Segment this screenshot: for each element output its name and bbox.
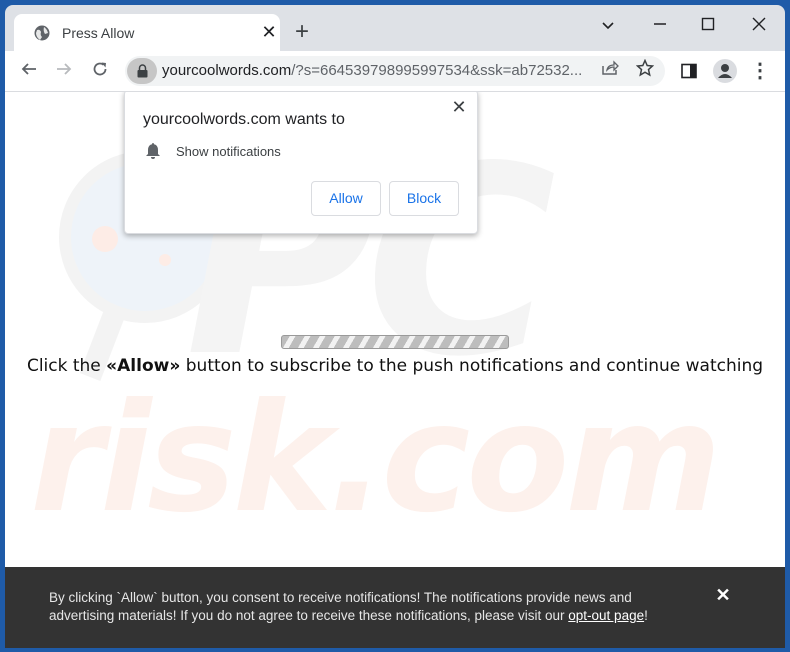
message-allow-emphasis: «Allow» bbox=[106, 356, 181, 376]
allow-button[interactable]: Allow bbox=[311, 181, 381, 216]
popup-title: yourcoolwords.com wants to bbox=[143, 111, 345, 128]
profile-button[interactable] bbox=[713, 59, 737, 83]
bookmark-button[interactable] bbox=[633, 58, 657, 83]
notification-permission-popup: yourcoolwords.com wants to ✕ Show notifi… bbox=[124, 92, 478, 234]
tab-title: Press Allow bbox=[62, 25, 135, 41]
tab-strip: Press Allow ✕ + bbox=[5, 5, 785, 51]
minimize-button[interactable] bbox=[645, 13, 675, 41]
opt-out-link[interactable]: opt-out page bbox=[568, 608, 644, 623]
arrow-right-icon bbox=[57, 63, 72, 75]
consent-banner: By clicking `Allow` button, you consent … bbox=[5, 567, 785, 648]
globe-icon bbox=[34, 25, 50, 41]
forward-button[interactable] bbox=[50, 57, 78, 85]
block-button[interactable]: Block bbox=[389, 181, 459, 216]
url-domain: yourcoolwords.com bbox=[162, 62, 292, 79]
site-info-button[interactable] bbox=[127, 58, 157, 84]
maximize-icon bbox=[701, 17, 715, 31]
popup-close-icon[interactable]: ✕ bbox=[449, 97, 469, 117]
minimize-icon bbox=[654, 23, 666, 25]
reload-button[interactable] bbox=[86, 57, 114, 85]
message-text-end: button to subscribe to the push notifica… bbox=[180, 356, 764, 376]
maximize-button[interactable] bbox=[693, 13, 723, 41]
browser-window: Press Allow ✕ + yourcoolwords.com/?s=664… bbox=[5, 5, 785, 648]
side-panel-icon bbox=[681, 63, 697, 79]
arrow-left-icon bbox=[21, 63, 36, 75]
url-text[interactable]: yourcoolwords.com/?s=664539798995997534&… bbox=[162, 62, 582, 79]
toolbar: yourcoolwords.com/?s=664539798995997534&… bbox=[5, 51, 785, 92]
banner-close-icon[interactable]: ✕ bbox=[711, 583, 735, 607]
bell-icon bbox=[146, 143, 160, 159]
close-icon bbox=[752, 17, 766, 31]
page-content: PC risk.com yourcoolwords.com wants to ✕… bbox=[5, 92, 785, 648]
banner-text-end: ! bbox=[644, 608, 648, 623]
banner-text: By clicking `Allow` button, you consent … bbox=[49, 589, 699, 625]
watermark-risk: risk.com bbox=[30, 372, 722, 546]
tab-press-allow[interactable]: Press Allow ✕ bbox=[14, 14, 280, 51]
lock-icon bbox=[137, 64, 148, 78]
share-button[interactable] bbox=[598, 59, 622, 83]
star-icon bbox=[635, 58, 655, 77]
side-panel-button[interactable] bbox=[675, 57, 703, 85]
share-icon bbox=[602, 60, 619, 75]
permission-label: Show notifications bbox=[176, 144, 281, 159]
tab-search-button[interactable] bbox=[593, 13, 623, 41]
loading-progress-bar bbox=[281, 335, 509, 349]
address-bar[interactable]: yourcoolwords.com/?s=664539798995997534&… bbox=[125, 56, 665, 86]
close-window-button[interactable] bbox=[744, 13, 774, 41]
instruction-message: Click the «Allow» button to subscribe to… bbox=[5, 356, 785, 376]
url-path: /?s=664539798995997534&ssk=ab72532... bbox=[291, 62, 583, 79]
chevron-down-icon bbox=[602, 22, 614, 30]
back-button[interactable] bbox=[15, 57, 43, 85]
message-text-start: Click the bbox=[26, 356, 107, 376]
banner-message: By clicking `Allow` button, you consent … bbox=[49, 590, 632, 623]
tab-close-icon[interactable]: ✕ bbox=[258, 21, 280, 43]
new-tab-button[interactable]: + bbox=[289, 19, 315, 45]
reload-icon bbox=[93, 62, 107, 76]
avatar-icon bbox=[718, 64, 732, 78]
menu-button[interactable]: ⋮ bbox=[746, 57, 774, 85]
